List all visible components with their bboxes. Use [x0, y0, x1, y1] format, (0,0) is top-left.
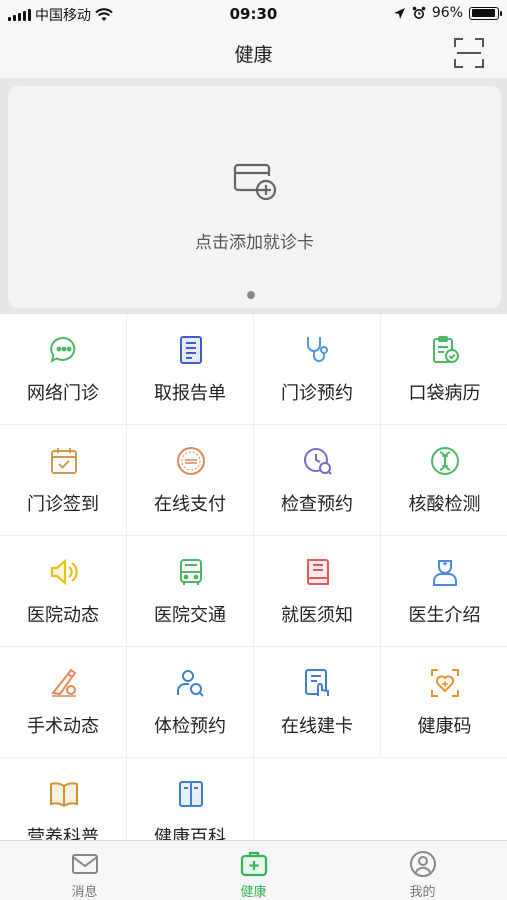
stethoscope-icon: [307, 337, 328, 362]
grid-item-label: 口袋病历: [408, 383, 481, 404]
top-nav-bar: 健康: [0, 28, 507, 78]
tab-health[interactable]: 健康: [169, 841, 338, 900]
bottom-tab-bar: 消息 健康 我的: [0, 840, 507, 900]
clock-search-icon: [304, 448, 332, 475]
grid-item-label: 在线支付: [154, 494, 226, 515]
grid-item-label: 体检预约: [154, 716, 226, 737]
grid-item-label: 网络门诊: [27, 383, 99, 404]
service-grid: 网络门诊 取报告单 门诊预约 口袋病历 门诊签到 在线支付 检查预约 核酸检测 …: [0, 314, 507, 840]
person-search-icon: [177, 670, 204, 697]
tab-label: 消息: [71, 885, 98, 900]
speaker-icon: [50, 558, 78, 586]
grid-item-medical-notice[interactable]: 就医须知: [254, 536, 381, 647]
calendar-check-icon: [51, 448, 77, 474]
clipboard-check-icon: [433, 336, 459, 363]
grid-item-clinic-checkin[interactable]: 门诊签到: [0, 425, 127, 536]
card-touch-icon: [305, 669, 329, 696]
chat-bubble-icon: [50, 336, 76, 364]
grid-item-online-card-creation[interactable]: 在线建卡: [254, 647, 381, 758]
alarm-icon: [412, 6, 426, 19]
grid-item-label: 门诊预约: [281, 383, 353, 404]
grid-item-clinic-appointment[interactable]: 门诊预约: [254, 314, 381, 425]
encyclopedia-icon: [179, 781, 203, 807]
grid-item-label: 医院动态: [27, 605, 99, 626]
grid-item-online-payment[interactable]: 在线支付: [127, 425, 254, 536]
pay-stamp-icon: [177, 447, 205, 475]
grid-item-exam-appointment[interactable]: 检查预约: [254, 425, 381, 536]
grid-item-get-report[interactable]: 取报告单: [127, 314, 254, 425]
add-card-panel[interactable]: 点击添加就诊卡: [8, 86, 501, 308]
tab-label: 健康: [240, 885, 267, 900]
grid-item-hospital-news[interactable]: 医院动态: [0, 536, 127, 647]
grid-item-health-encyclopedia[interactable]: 健康百科: [127, 758, 254, 840]
grid-item-pocket-records[interactable]: 口袋病历: [381, 314, 507, 425]
status-right: 96%: [393, 5, 502, 21]
scalpel-icon: [51, 668, 77, 697]
grid-item-online-clinic[interactable]: 网络门诊: [0, 314, 127, 425]
tab-messages[interactable]: 消息: [0, 841, 169, 900]
card-carousel: 点击添加就诊卡: [0, 78, 507, 314]
user-profile-icon: [410, 851, 436, 877]
scan-icon: [454, 38, 484, 68]
medical-kit-icon: [240, 851, 268, 877]
app-screen: 中国移动 09:30 96% 健康 点击添加就诊卡 网络门诊 取报告单 门诊预约…: [0, 0, 507, 900]
grid-item-label: 营养科普: [27, 827, 99, 840]
battery-percent: 96%: [431, 5, 463, 21]
status-bar: 中国移动 09:30 96%: [0, 0, 507, 28]
page-title: 健康: [234, 44, 273, 66]
grid-item-label: 手术动态: [27, 716, 99, 737]
grid-item-health-code[interactable]: 健康码: [381, 647, 507, 758]
message-envelope-icon: [72, 854, 98, 874]
battery-level: [471, 9, 495, 17]
grid-item-surgery-news[interactable]: 手术动态: [0, 647, 127, 758]
battery-icon: [469, 6, 502, 20]
carousel-page-dot: [247, 291, 255, 299]
grid-item-doctor-intro[interactable]: 医生介绍: [381, 536, 507, 647]
grid-item-label: 医生介绍: [408, 605, 481, 626]
tab-mine[interactable]: 我的: [338, 841, 507, 900]
grid-item-label: 就医须知: [281, 605, 353, 626]
grid-item-label: 核酸检测: [408, 494, 481, 515]
location-arrow-icon: [393, 7, 405, 19]
dna-icon: [431, 447, 459, 475]
tab-label: 我的: [409, 885, 436, 900]
grid-item-nucleic-acid-test[interactable]: 核酸检测: [381, 425, 507, 536]
grid-item-label: 取报告单: [154, 383, 226, 404]
grid-item-label: 在线建卡: [281, 716, 353, 737]
grid-item-nutrition-science[interactable]: 营养科普: [0, 758, 127, 840]
heart-scan-icon: [431, 669, 459, 697]
doctor-icon: [433, 560, 457, 586]
grid-item-physical-exam-appointment[interactable]: 体检预约: [127, 647, 254, 758]
grid-item-label: 检查预约: [281, 494, 353, 515]
grid-item-label: 医院交通: [154, 605, 226, 626]
notice-book-icon: [307, 559, 329, 585]
grid-item-label: 健康码: [417, 716, 472, 737]
grid-item-hospital-traffic[interactable]: 医院交通: [127, 536, 254, 647]
grid-item-label: 健康百科: [154, 827, 226, 840]
open-book-icon: [50, 782, 78, 808]
grid-item-label: 门诊签到: [27, 494, 99, 515]
grid-empty-cell: [254, 758, 381, 840]
add-card-label: 点击添加就诊卡: [195, 233, 314, 253]
report-document-icon: [180, 336, 202, 364]
scan-button[interactable]: [453, 37, 485, 69]
add-card-icon: [233, 163, 277, 201]
bus-icon: [180, 559, 202, 585]
